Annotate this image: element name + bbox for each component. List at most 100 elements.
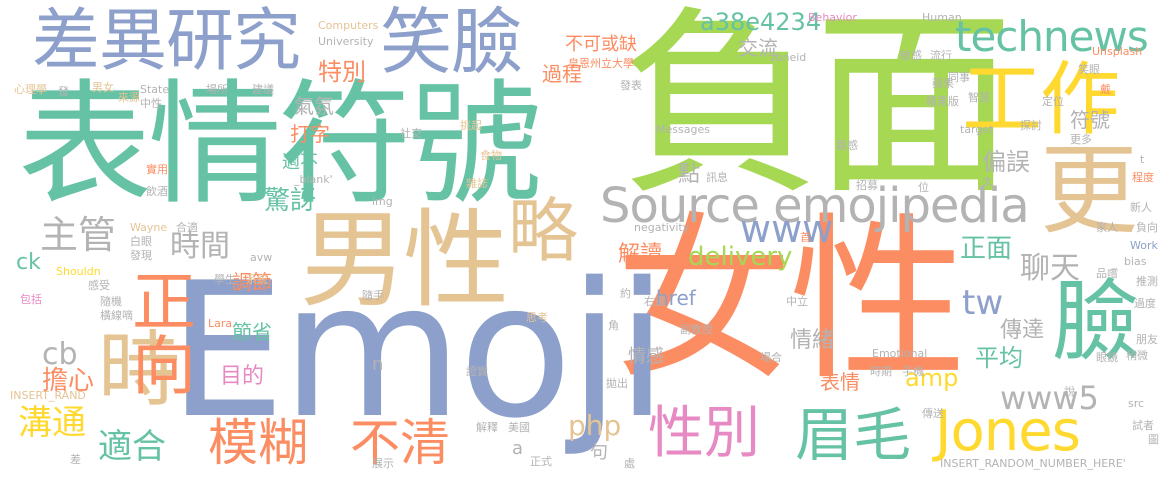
word-shouldn: Shouldn bbox=[56, 265, 101, 278]
word-yue: 約 bbox=[620, 287, 631, 300]
word-emotional: Emotional bbox=[872, 347, 928, 360]
word-faxian: 發現 bbox=[130, 249, 152, 262]
word-mohu: 模糊 bbox=[208, 414, 308, 472]
word-shejiao: 社交 bbox=[400, 127, 422, 140]
word-goutong: 溝通 bbox=[18, 403, 86, 443]
word-shizhe: 試者 bbox=[1132, 419, 1154, 432]
word-changhe: 場合 bbox=[760, 351, 782, 364]
word-xiaoyan: 笑眼 bbox=[1078, 63, 1100, 76]
word-dai: 戴 bbox=[1100, 83, 1111, 96]
word-pingjun: 平均 bbox=[975, 344, 1023, 372]
word-sikao: 思考 bbox=[526, 311, 548, 324]
word-guodu: 過度 bbox=[1134, 297, 1156, 310]
word-zhanshi: 展示 bbox=[372, 457, 394, 470]
word-shiwu: 食物 bbox=[480, 149, 502, 162]
word-zhengmian: 正面 bbox=[960, 234, 1013, 264]
word-fuxiang: 負向 bbox=[1136, 221, 1158, 234]
word-pianwu: 偏誤 bbox=[982, 148, 1030, 176]
word-t: t bbox=[1140, 153, 1145, 166]
word-a: a bbox=[512, 438, 524, 459]
word-lara: Lara bbox=[208, 317, 233, 330]
word-chayi-yanjiu: 差異研究 bbox=[32, 2, 301, 81]
word-computers: Computers bbox=[318, 19, 379, 32]
word-www5: www5 bbox=[1000, 379, 1099, 417]
word-behavior: Behavior bbox=[808, 11, 857, 24]
word-pingguoban: 蘋果版 bbox=[926, 95, 959, 108]
word-paochu: 拋出 bbox=[606, 377, 628, 390]
word-tongshi: 同事 bbox=[948, 71, 970, 84]
word-jiesheng: 節省 bbox=[232, 320, 272, 344]
word-src: src bbox=[1128, 397, 1145, 410]
word-nanxing: 男性 bbox=[300, 199, 509, 322]
word-wayne: Wayne bbox=[130, 221, 168, 234]
word-shijian: 時間 bbox=[170, 229, 230, 264]
word-meiguo: 美國 bbox=[508, 421, 530, 434]
word-fa: 發 bbox=[58, 85, 69, 98]
word-jianyi: 建議 bbox=[252, 83, 274, 96]
word-yanjing: 眼鏡 bbox=[1096, 351, 1118, 364]
word-geng: 更 bbox=[1040, 134, 1139, 248]
word-dian: 點 bbox=[678, 162, 701, 187]
word-shibu: 適不 bbox=[282, 152, 318, 173]
word-tebie: 特別 bbox=[318, 58, 366, 86]
word-a38e4234: a38e4234 bbox=[700, 8, 822, 36]
word-target: target bbox=[960, 123, 994, 136]
word-php: php bbox=[568, 409, 622, 442]
word-suishou: 隨手 bbox=[362, 289, 384, 302]
word-jieshi: 解釋 bbox=[476, 421, 498, 434]
word-tantao: 探討 bbox=[1020, 119, 1042, 132]
word-cb: cb bbox=[42, 337, 78, 372]
word-youbian: 右邊 bbox=[644, 295, 666, 308]
word-fujiaoshou: 副教授 bbox=[680, 323, 713, 336]
word-chengdu: 程度 bbox=[1132, 171, 1154, 184]
word-shihe: 適合 bbox=[98, 427, 166, 467]
word-tai: 太 bbox=[982, 175, 993, 188]
word-chu: 處 bbox=[624, 457, 635, 470]
word-university: University bbox=[318, 35, 374, 48]
word-nannv: 男女 bbox=[92, 81, 114, 94]
word-minggan: 敏感 bbox=[900, 49, 922, 62]
word-blank: _blank' bbox=[294, 173, 333, 186]
word-fuhao-small: 符號 bbox=[1070, 108, 1110, 132]
word-zhengxiang: 正向 bbox=[121, 268, 195, 396]
word-insert-random: INSERT_RANDOM_NUMBER_HERE' bbox=[940, 457, 1126, 470]
word-chuansong: 傳送 bbox=[922, 407, 944, 420]
word-wei: 位 bbox=[918, 181, 929, 194]
word-delivery: delivery bbox=[688, 242, 793, 272]
word-bias: bias bbox=[1124, 255, 1147, 268]
word-ganshou: 感受 bbox=[88, 279, 110, 292]
word-baiyan: 白眼 bbox=[130, 235, 152, 248]
word-xinlixue: 心理學 bbox=[14, 83, 47, 96]
word-dazi: 打字 bbox=[290, 122, 330, 146]
word-shiyong: 實用 bbox=[146, 163, 168, 176]
word-yinjiu: 飲酒 bbox=[146, 185, 168, 198]
word-gengduo: 更多 bbox=[1070, 133, 1092, 146]
word-shou: 首 bbox=[800, 231, 811, 244]
word-biaoqing-small: 表情 bbox=[820, 370, 860, 394]
word-shouji: 手機 bbox=[902, 365, 924, 378]
word-liuxing: 流行 bbox=[930, 49, 952, 62]
word-tiaoqi: 挑起 bbox=[460, 119, 482, 132]
word-qingxu: 情緒 bbox=[790, 328, 835, 353]
word-zoneid: zoneid bbox=[770, 51, 807, 64]
word-zazhi: 雜誌 bbox=[466, 177, 488, 190]
word-xiaolian: 笑臉 bbox=[380, 0, 523, 84]
word-xitong: 系統 bbox=[246, 273, 268, 286]
word-guangan: 觀感 bbox=[836, 139, 858, 152]
word-pengyou: 朋友 bbox=[1136, 333, 1158, 346]
word-liaotian: 聊天 bbox=[1020, 251, 1080, 286]
word-jiedu: 解讀 bbox=[618, 242, 663, 267]
word-shiqi: 時期 bbox=[870, 365, 892, 378]
word-zhongxing: 中性 bbox=[140, 97, 162, 110]
word-buqing: 不清 bbox=[350, 414, 450, 472]
word-shaowei: 稍微 bbox=[1126, 349, 1148, 362]
word-changsuo: 場所 bbox=[206, 83, 228, 96]
word-laiyuan: 來源 bbox=[118, 91, 140, 104]
word-tw: tw bbox=[962, 283, 1004, 323]
word-fabiao: 發表 bbox=[620, 79, 642, 92]
word-bukehuoque: 不可或缺 bbox=[565, 34, 637, 55]
word-xuesheng: 學生 bbox=[214, 273, 236, 286]
word-meimao: 眉毛 bbox=[795, 401, 912, 469]
word-tu: 圖 bbox=[1148, 433, 1159, 446]
word-qinggan: 情感 bbox=[628, 346, 664, 367]
